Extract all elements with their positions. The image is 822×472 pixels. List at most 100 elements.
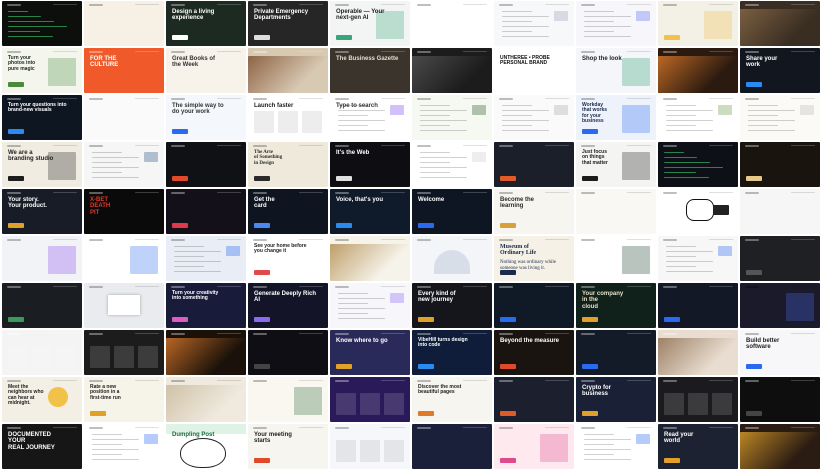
site-thumbnail[interactable] [248, 48, 328, 93]
site-thumbnail[interactable]: Your company in the cloud [576, 283, 656, 328]
site-thumbnail[interactable]: The Business Gazette [330, 48, 410, 93]
site-thumbnail[interactable] [330, 424, 410, 469]
site-thumbnail[interactable] [740, 95, 820, 140]
site-thumbnail[interactable]: See your home before you change it [248, 236, 328, 281]
site-thumbnail[interactable]: Get the card [248, 189, 328, 234]
site-thumbnail[interactable] [166, 330, 246, 375]
site-thumbnail[interactable] [330, 236, 410, 281]
site-thumbnail[interactable]: Just focus on things that matter [576, 142, 656, 187]
site-thumbnail[interactable] [84, 424, 164, 469]
site-thumbnail[interactable]: Become the learning [494, 189, 574, 234]
site-thumbnail[interactable]: Your story. Your product. [2, 189, 82, 234]
site-thumbnail[interactable]: Private Emergency Departments [248, 1, 328, 46]
site-thumbnail[interactable]: Launch faster [248, 95, 328, 140]
site-thumbnail[interactable] [84, 330, 164, 375]
site-thumbnail[interactable]: UNTHEREE • PROBE PERSONAL BRAND [494, 48, 574, 93]
site-thumbnail[interactable]: The Arte of Something in Design [248, 142, 328, 187]
site-thumbnail[interactable]: Turn your creativity into something [166, 283, 246, 328]
site-thumbnail[interactable] [412, 424, 492, 469]
site-thumbnail[interactable] [166, 189, 246, 234]
site-thumbnail[interactable]: It's the Web [330, 142, 410, 187]
site-thumbnail[interactable] [740, 283, 820, 328]
site-thumbnail[interactable] [658, 48, 738, 93]
site-thumbnail[interactable] [740, 236, 820, 281]
site-thumbnail[interactable]: Dumpling Post [166, 424, 246, 469]
site-thumbnail[interactable] [740, 424, 820, 469]
site-thumbnail[interactable]: Rate a new position in a first-time run [84, 377, 164, 422]
site-thumbnail[interactable] [2, 1, 82, 46]
site-thumbnail[interactable] [494, 283, 574, 328]
site-thumbnail[interactable] [658, 189, 738, 234]
site-thumbnail[interactable]: Turn your questions into brand-new visua… [2, 95, 82, 140]
site-thumbnail[interactable] [576, 424, 656, 469]
site-thumbnail[interactable] [2, 330, 82, 375]
site-thumbnail[interactable]: Crypto for business [576, 377, 656, 422]
site-thumbnail[interactable]: Welcome [412, 189, 492, 234]
site-thumbnail[interactable]: Great Books of the Week [166, 48, 246, 93]
site-thumbnail[interactable] [740, 142, 820, 187]
site-thumbnail[interactable]: FOR THE CULTURE [84, 48, 164, 93]
site-thumbnail[interactable] [2, 236, 82, 281]
site-thumbnail[interactable] [740, 189, 820, 234]
site-thumbnail[interactable]: We are a branding studio [2, 142, 82, 187]
site-thumbnail[interactable] [740, 377, 820, 422]
site-thumbnail[interactable] [84, 283, 164, 328]
site-thumbnail[interactable] [412, 236, 492, 281]
site-thumbnail[interactable]: Generate Deeply Rich AI [248, 283, 328, 328]
site-thumbnail[interactable] [576, 189, 656, 234]
site-thumbnail[interactable]: Meet the neighbors who can hear at midni… [2, 377, 82, 422]
site-thumbnail[interactable]: Beyond the measure [494, 330, 574, 375]
site-thumbnail[interactable] [166, 236, 246, 281]
site-thumbnail[interactable] [658, 330, 738, 375]
site-thumbnail[interactable] [576, 236, 656, 281]
site-thumbnail[interactable]: Share your work [740, 48, 820, 93]
site-thumbnail[interactable] [494, 377, 574, 422]
site-thumbnail[interactable] [658, 1, 738, 46]
site-thumbnail[interactable]: Museum of Ordinary Life Nothing was ordin… [494, 236, 574, 281]
site-thumbnail[interactable]: Voice, that's you [330, 189, 410, 234]
site-thumbnail[interactable]: Every kind of new journey [412, 283, 492, 328]
site-thumbnail[interactable] [658, 142, 738, 187]
site-thumbnail[interactable] [658, 95, 738, 140]
site-thumbnail[interactable]: Operable — Your next-gen AI [330, 1, 410, 46]
site-thumbnail[interactable] [330, 377, 410, 422]
site-thumbnail[interactable] [84, 142, 164, 187]
site-thumbnail[interactable]: Discover the most beautiful pages [412, 377, 492, 422]
site-thumbnail[interactable] [84, 95, 164, 140]
site-thumbnail[interactable]: Workday that works for your business [576, 95, 656, 140]
site-thumbnail[interactable] [494, 142, 574, 187]
site-thumbnail[interactable]: Your meeting starts [248, 424, 328, 469]
site-thumbnail[interactable] [248, 330, 328, 375]
site-thumbnail[interactable] [84, 1, 164, 46]
site-thumbnail[interactable] [2, 283, 82, 328]
site-thumbnail[interactable]: The simple way to do your work [166, 95, 246, 140]
site-thumbnail[interactable]: Type to search [330, 95, 410, 140]
site-thumbnail[interactable] [494, 424, 574, 469]
site-thumbnail[interactable]: Turn your photos into pure magic [2, 48, 82, 93]
site-thumbnail[interactable]: Know where to go [330, 330, 410, 375]
site-thumbnail[interactable] [658, 236, 738, 281]
site-thumbnail[interactable] [658, 377, 738, 422]
site-thumbnail[interactable]: Design a living experience [166, 1, 246, 46]
site-thumbnail[interactable]: Shop the look [576, 48, 656, 93]
site-thumbnail[interactable]: Read your world [658, 424, 738, 469]
site-thumbnail[interactable] [330, 283, 410, 328]
site-thumbnail[interactable] [576, 330, 656, 375]
site-thumbnail[interactable] [412, 1, 492, 46]
site-thumbnail[interactable] [84, 236, 164, 281]
site-thumbnail[interactable] [412, 95, 492, 140]
site-thumbnail[interactable]: X-BET DEATH PIT [84, 189, 164, 234]
site-thumbnail[interactable] [166, 377, 246, 422]
site-thumbnail[interactable] [166, 142, 246, 187]
site-thumbnail[interactable] [576, 1, 656, 46]
site-thumbnail[interactable]: DOCUMENTED YOUR REAL JOURNEY [2, 424, 82, 469]
site-thumbnail[interactable] [248, 377, 328, 422]
site-thumbnail[interactable] [412, 48, 492, 93]
site-thumbnail[interactable]: Build better software [740, 330, 820, 375]
site-thumbnail[interactable]: VibeHill turns design into code [412, 330, 492, 375]
site-thumbnail[interactable] [494, 95, 574, 140]
site-thumbnail[interactable] [412, 142, 492, 187]
site-thumbnail[interactable] [740, 1, 820, 46]
site-thumbnail[interactable] [658, 283, 738, 328]
site-thumbnail[interactable] [494, 1, 574, 46]
